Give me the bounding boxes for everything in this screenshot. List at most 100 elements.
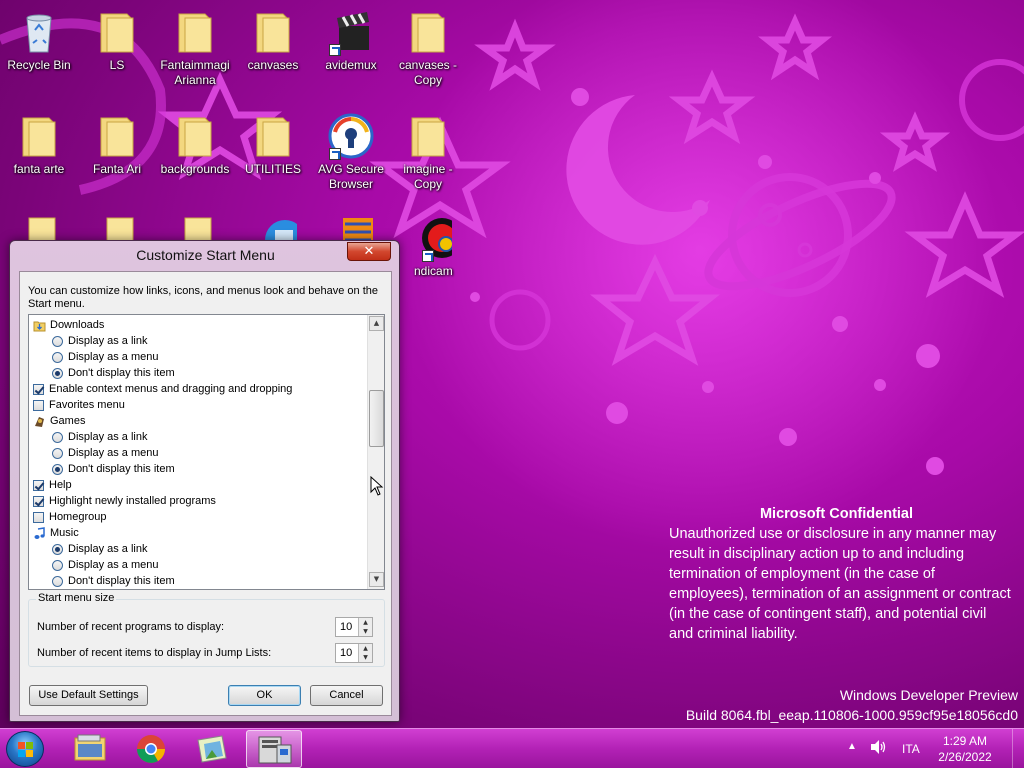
confidential-notice: Microsoft Confidential Unauthorized use … (669, 504, 1014, 644)
clock-time: 1:29 AM (942, 734, 988, 748)
folder-icon (404, 112, 452, 160)
games-icon (33, 415, 46, 428)
list-item[interactable]: Enable context menus and dragging and dr… (33, 381, 292, 397)
checkbox[interactable] (33, 479, 44, 491)
list-item[interactable]: Favorites menu (33, 397, 125, 413)
radio-button[interactable] (52, 575, 63, 587)
list-item[interactable]: Display as a menu (52, 349, 159, 365)
taskbar-chrome[interactable] (123, 730, 179, 768)
desktop-icon-fantaimmagi-arianna[interactable]: Fantaimmagi Arianna (157, 8, 233, 88)
list-item[interactable]: Highlight newly installed programs (33, 493, 216, 509)
radio-button[interactable] (52, 543, 63, 555)
list-item-label: Don't display this item (68, 575, 175, 587)
input-language-indicator[interactable]: ITA (902, 742, 920, 756)
radio-button[interactable] (52, 335, 63, 347)
stepper-value: 10 (340, 621, 353, 633)
desktop-icon-fanta-ari[interactable]: Fanta Ari (79, 112, 155, 177)
checkbox[interactable] (33, 399, 44, 411)
list-item[interactable]: Don't display this item (52, 573, 175, 589)
list-item-label: Highlight newly installed programs (49, 495, 216, 507)
desktop-icon-label: backgrounds (160, 162, 230, 176)
customize-start-menu-dialog: Customize Start Menu ✕ You can customize… (9, 240, 400, 722)
desktop-icon-avidemux[interactable]: avidemux (313, 8, 389, 73)
stepper-down-icon[interactable]: ▼ (358, 627, 372, 636)
desktop-icon-label: ndicam (414, 264, 453, 278)
stepper-up-icon[interactable]: ▲ (358, 618, 372, 627)
stepper-down-icon[interactable]: ▼ (358, 653, 372, 662)
desktop-icon-avg-secure-browser[interactable]: AVG Secure Browser (313, 112, 389, 192)
list-item[interactable]: Don't display this item (52, 461, 175, 477)
list-item[interactable]: Display as a menu (52, 557, 159, 573)
show-desktop-button[interactable] (1012, 729, 1024, 768)
desktop-icon-label: canvases - Copy (398, 58, 458, 87)
dialog-body: You can customize how links, icons, and … (19, 271, 392, 716)
vertical-scrollbar[interactable]: ▲ ▼ (367, 315, 384, 589)
folder-icon (171, 8, 219, 56)
list-item-label: Don't display this item (68, 367, 175, 379)
list-item[interactable]: Display as a link (52, 541, 147, 557)
show-hidden-icons-button[interactable]: ▲ (847, 741, 857, 752)
build-number: Build 8064.fbl_eeap.110806-1000.959cf95e… (685, 707, 1018, 723)
desktop-icon-imagine-copy[interactable]: imagine - Copy (390, 112, 466, 192)
checkbox[interactable] (33, 383, 44, 395)
taskbar-clock[interactable]: 1:29 AM 2/26/2022 (930, 733, 1000, 765)
music-note-icon (33, 526, 46, 540)
volume-icon[interactable] (869, 739, 887, 758)
cancel-button[interactable]: Cancel (310, 685, 383, 706)
dialog-title: Customize Start Menu (136, 247, 275, 263)
list-item[interactable]: Display as a menu (52, 445, 159, 461)
list-item[interactable]: Homegroup (33, 509, 106, 525)
scroll-thumb[interactable] (369, 390, 384, 447)
scroll-down-icon[interactable]: ▼ (369, 572, 384, 587)
confidential-title: Microsoft Confidential (759, 506, 914, 522)
list-item-label: Downloads (50, 319, 105, 331)
desktop-icon-label: fanta arte (13, 162, 65, 176)
desktop-icon-utilities[interactable]: UTILITIES (235, 112, 311, 177)
radio-button[interactable] (52, 447, 63, 459)
list-item-label: Favorites menu (49, 399, 125, 411)
desktop-icon-bandicam[interactable]: ndicam (390, 214, 466, 279)
ok-button[interactable]: OK (228, 685, 301, 706)
radio-button[interactable] (52, 559, 63, 571)
checkbox[interactable] (33, 495, 44, 507)
desktop-icon-label: AVG Secure Browser (318, 162, 384, 191)
avg-browser-icon (327, 112, 375, 160)
radio-button[interactable] (52, 351, 63, 363)
start-button[interactable] (6, 731, 44, 767)
list-item-label: Music (50, 527, 79, 539)
list-item: Downloads (33, 317, 104, 333)
radio-button[interactable] (52, 367, 63, 379)
close-button[interactable]: ✕ (347, 242, 391, 261)
recent-programs-stepper[interactable]: 10 ▲ ▼ (335, 617, 373, 637)
checkbox[interactable] (33, 511, 44, 523)
taskbar-control-panel[interactable] (246, 730, 302, 768)
stepper-up-icon[interactable]: ▲ (358, 644, 372, 653)
folder-icon (93, 8, 141, 56)
start-menu-options-list[interactable]: Downloads Display as a link Display as a… (28, 314, 385, 590)
list-item[interactable]: Don't display this item (52, 365, 175, 381)
use-default-settings-button[interactable]: Use Default Settings (29, 685, 148, 706)
build-watermark: Windows Developer Preview Build 8064.fbl… (686, 685, 1018, 725)
radio-button[interactable] (52, 431, 63, 443)
desktop-icon-label: Fanta Ari (92, 162, 142, 176)
desktop-icon-canvases[interactable]: canvases (235, 8, 311, 73)
folder-icon (93, 112, 141, 160)
desktop-icon-backgrounds[interactable]: backgrounds (157, 112, 233, 177)
list-item[interactable]: Help (33, 477, 72, 493)
list-item[interactable]: Display as a link (52, 333, 147, 349)
list-item[interactable]: Display as a link (52, 429, 147, 445)
taskbar-photo-viewer[interactable] (184, 730, 240, 768)
list-item-label: Display as a link (68, 543, 148, 555)
desktop-icon-fanta-arte[interactable]: fanta arte (1, 112, 77, 177)
list-item: Games (33, 413, 85, 429)
control-panel-icon (258, 736, 292, 764)
chrome-icon (137, 735, 165, 763)
taskbar-file-explorer[interactable] (62, 730, 118, 768)
recent-items-stepper[interactable]: 10 ▲ ▼ (335, 643, 373, 663)
desktop-icon-canvases-copy[interactable]: canvases - Copy (390, 8, 466, 88)
desktop-icon-recycle-bin[interactable]: Recycle Bin (1, 8, 77, 73)
scroll-up-icon[interactable]: ▲ (369, 316, 384, 331)
desktop-icon-ls[interactable]: LS (79, 8, 155, 73)
folder-icon (249, 8, 297, 56)
radio-button[interactable] (52, 463, 63, 475)
